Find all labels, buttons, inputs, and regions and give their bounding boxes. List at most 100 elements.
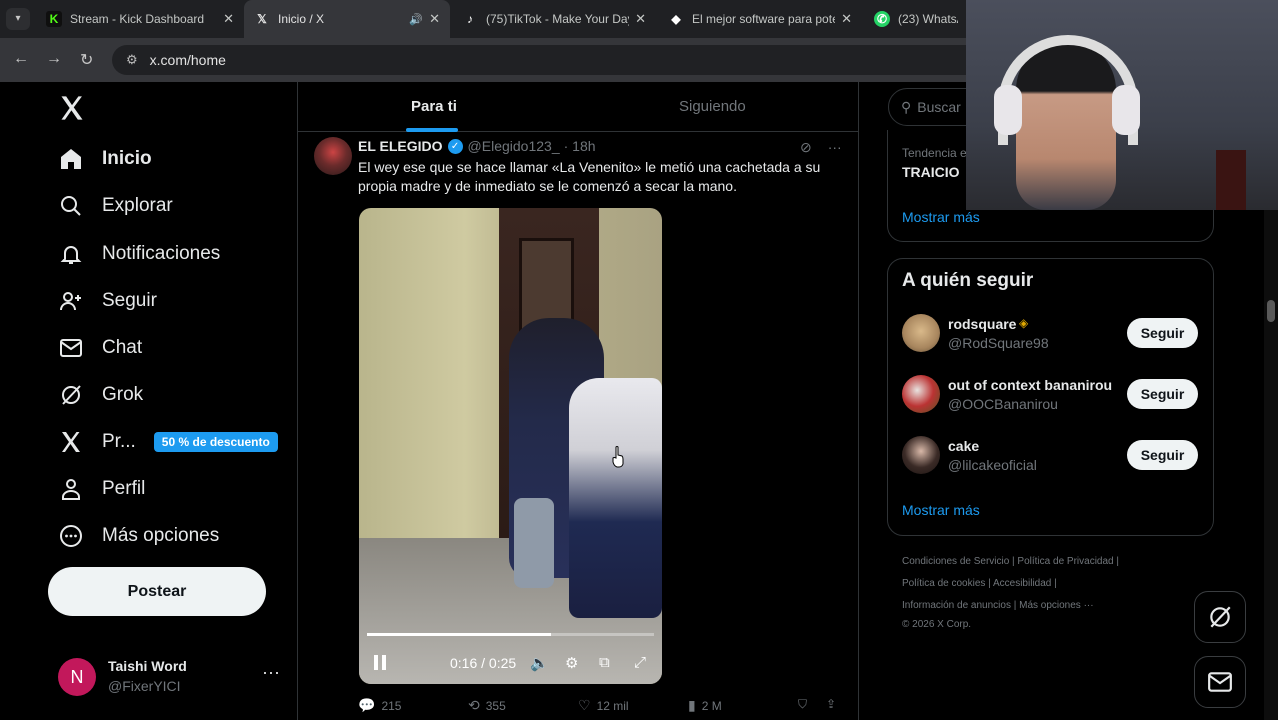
headset-ear-cup xyxy=(1112,85,1140,135)
back-arrow-icon[interactable]: ← xyxy=(13,50,29,68)
avatar: N xyxy=(58,658,96,696)
picture-in-picture-icon[interactable]: ⧉ xyxy=(599,654,610,671)
tweet-time[interactable]: · 18h xyxy=(564,138,596,154)
tab-for-you[interactable]: Para ti xyxy=(411,98,457,115)
person-icon xyxy=(58,476,84,502)
browser-tab-x[interactable]: 𝕏 Inicio / X 🔊 ✕ xyxy=(244,0,450,38)
suggested-user-name[interactable]: rodsquare xyxy=(948,316,1016,332)
nav-label: Explorar xyxy=(102,195,173,216)
trend-name[interactable]: TRAICIO xyxy=(902,164,960,180)
webcam-overlay xyxy=(966,0,1278,210)
nav-item-profile[interactable]: Perfil xyxy=(58,473,145,505)
repost-count: 355 xyxy=(485,698,506,713)
who-to-follow-title: A quién seguir xyxy=(902,270,1034,291)
speaker-icon[interactable]: 🔊 xyxy=(409,13,423,26)
reply-count: 215 xyxy=(381,698,402,713)
settings-gear-icon[interactable]: ⚙ xyxy=(565,654,578,672)
tweet-author-avatar[interactable] xyxy=(314,137,352,175)
home-icon xyxy=(58,146,84,172)
account-switcher[interactable]: N Taishi Word @FixerYICI ··· xyxy=(58,656,288,700)
like-button[interactable]: ♡ 12 mil xyxy=(578,697,629,714)
footer-links-row[interactable]: Política de cookies | Accesibilidad | xyxy=(902,577,1172,591)
tweet-top-actions: ⊘ ··· xyxy=(800,139,842,156)
post-button[interactable]: Postear xyxy=(48,567,266,616)
scrollbar-thumb[interactable] xyxy=(1267,300,1275,322)
tab-title: El mejor software para poten xyxy=(692,12,836,26)
more-dots-icon[interactable]: ··· xyxy=(828,139,842,156)
active-tab-indicator xyxy=(406,128,458,132)
grok-fab-button[interactable] xyxy=(1194,591,1246,643)
pause-icon[interactable] xyxy=(372,654,388,671)
close-tab-icon[interactable]: ✕ xyxy=(635,11,646,27)
tweet-text: El wey ese que se hace llamar «La Veneni… xyxy=(358,159,821,194)
reply-icon: 💬 xyxy=(358,697,376,713)
url-bar[interactable]: ⚙ x.com/home xyxy=(112,45,1012,75)
browser-tab-whatsapp[interactable]: ✆ (23) WhatsApp xyxy=(864,0,968,38)
reply-button[interactable]: 💬 215 xyxy=(358,697,401,714)
tweet-author-name[interactable]: EL ELEGIDO xyxy=(358,138,443,154)
fullscreen-icon[interactable]: ⤢ xyxy=(634,654,646,671)
browser-tab-software[interactable]: ◆ El mejor software para poten ✕ xyxy=(658,0,862,38)
nav-item-follow[interactable]: Seguir xyxy=(58,285,157,317)
tweet-action-bar: 💬 215 ⟲ 355 ♡ 12 mil ▮ 2 M ⛉ ⇪ xyxy=(358,697,844,715)
forward-arrow-icon[interactable]: → xyxy=(46,50,62,68)
volume-icon[interactable]: 🔈 xyxy=(530,654,549,672)
close-tab-icon[interactable]: ✕ xyxy=(429,11,440,27)
follow-button[interactable]: Seguir xyxy=(1127,440,1198,470)
suggested-user-handle: @RodSquare98 xyxy=(948,335,1049,351)
tweet-author-handle[interactable]: @Elegido123_ xyxy=(468,138,560,154)
mail-icon xyxy=(1208,672,1232,692)
repost-button[interactable]: ⟲ 355 xyxy=(468,697,506,714)
footer-links-row[interactable]: Condiciones de Servicio | Política de Pr… xyxy=(902,555,1172,569)
share-icon[interactable]: ⇪ xyxy=(826,697,836,711)
x-logo-icon[interactable] xyxy=(58,94,86,122)
who-to-follow-show-more-link[interactable]: Mostrar más xyxy=(902,502,980,518)
video-time: 0:16 / 0:25 xyxy=(450,655,517,671)
browser-tab-tiktok[interactable]: ♪ (75)TikTok - Make Your Day ✕ xyxy=(452,0,656,38)
nav-label: Notificaciones xyxy=(102,243,221,264)
reload-icon[interactable]: ↻ xyxy=(80,50,93,70)
avatar[interactable] xyxy=(902,314,940,352)
nav-item-grok[interactable]: Grok xyxy=(58,379,143,411)
follow-button[interactable]: Seguir xyxy=(1127,379,1198,409)
nav-item-notifications[interactable]: Notificaciones xyxy=(58,238,220,270)
nav-item-explore[interactable]: Explorar xyxy=(58,190,173,222)
bell-icon xyxy=(58,241,84,267)
video-progress-fill xyxy=(367,633,551,636)
suggested-user-handle: @OOCBananirou xyxy=(948,396,1058,412)
search-placeholder: Buscar xyxy=(917,99,961,115)
close-tab-icon[interactable]: ✕ xyxy=(841,11,852,27)
nav-item-home[interactable]: Inicio xyxy=(58,143,152,175)
avatar[interactable] xyxy=(902,375,940,413)
suggested-user-name[interactable]: cake xyxy=(948,438,979,454)
grok-icon[interactable]: ⊘ xyxy=(800,139,812,156)
follow-button[interactable]: Seguir xyxy=(1127,318,1198,348)
more-dots-icon[interactable]: ··· xyxy=(262,662,280,683)
footer-links-row[interactable]: Información de anuncios | Más opciones ·… xyxy=(902,599,1172,613)
grok-icon xyxy=(58,382,84,408)
browser-tab-kick[interactable]: K Stream - Kick Dashboard ✕ xyxy=(36,0,244,38)
views-button[interactable]: ▮ 2 M xyxy=(688,697,722,714)
avatar[interactable] xyxy=(902,436,940,474)
nav-item-premium[interactable]: Pr... 50 % de descuento xyxy=(58,426,278,458)
suggested-user-name[interactable]: out of context bananirou xyxy=(948,377,1112,393)
close-tab-icon[interactable]: ✕ xyxy=(223,11,234,27)
tab-title: Inicio / X xyxy=(278,12,325,26)
discount-badge: 50 % de descuento xyxy=(153,432,278,452)
tab-search-dropdown[interactable]: ▾ xyxy=(6,8,30,30)
site-settings-icon[interactable]: ⚙ xyxy=(126,52,138,68)
app-icon: ◆ xyxy=(671,12,681,26)
tab-title: (75)TikTok - Make Your Day xyxy=(486,12,630,26)
nav-label: Inicio xyxy=(102,148,152,169)
nav-label: Pr... xyxy=(102,431,136,452)
nav-item-chat[interactable]: Chat xyxy=(58,332,142,364)
heart-icon: ♡ xyxy=(578,697,591,713)
messages-fab-button[interactable] xyxy=(1194,656,1246,708)
nav-item-more[interactable]: Más opciones xyxy=(58,520,219,552)
trends-show-more-link[interactable]: Mostrar más xyxy=(902,209,980,225)
more-circle-icon xyxy=(58,523,84,549)
hand-cursor-icon xyxy=(612,446,624,468)
grok-icon xyxy=(1210,606,1231,628)
tab-following[interactable]: Siguiendo xyxy=(679,98,746,115)
bookmark-icon[interactable]: ⛉ xyxy=(798,697,807,712)
